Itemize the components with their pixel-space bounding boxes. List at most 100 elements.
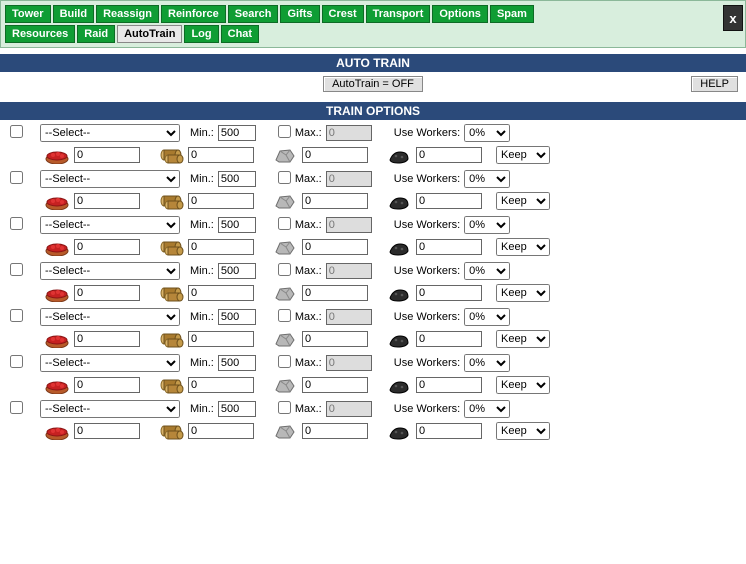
enable-checkbox[interactable] (10, 401, 23, 414)
nav-gifts[interactable]: Gifts (280, 5, 319, 23)
unit-select[interactable]: --Select-- (40, 400, 180, 418)
workers-select[interactable]: 0% (464, 262, 510, 280)
unit-select[interactable]: --Select-- (40, 354, 180, 372)
nav-reinforce[interactable]: Reinforce (161, 5, 226, 23)
use-workers-label: Use Workers: (394, 311, 460, 323)
enable-checkbox[interactable] (10, 171, 23, 184)
wood-input[interactable] (188, 193, 254, 209)
workers-select[interactable]: 0% (464, 124, 510, 142)
nav-transport[interactable]: Transport (366, 5, 431, 23)
workers-select[interactable]: 0% (464, 308, 510, 326)
stone-input[interactable] (302, 377, 368, 393)
max-input[interactable] (326, 401, 372, 417)
max-checkbox[interactable] (278, 355, 291, 368)
wood-input[interactable] (188, 331, 254, 347)
keep-select[interactable]: Keep (496, 192, 550, 210)
nav-log[interactable]: Log (184, 25, 218, 43)
min-input[interactable] (218, 125, 256, 141)
max-checkbox[interactable] (278, 309, 291, 322)
workers-select[interactable]: 0% (464, 400, 510, 418)
ore-input[interactable] (416, 239, 482, 255)
max-input[interactable] (326, 263, 372, 279)
wood-input[interactable] (188, 377, 254, 393)
max-checkbox[interactable] (278, 401, 291, 414)
autotrain-toggle-button[interactable]: AutoTrain = OFF (323, 76, 423, 92)
min-input[interactable] (218, 263, 256, 279)
nav-tower[interactable]: Tower (5, 5, 51, 23)
nav-search[interactable]: Search (228, 5, 279, 23)
min-input[interactable] (218, 355, 256, 371)
use-workers-label: Use Workers: (394, 219, 460, 231)
workers-select[interactable]: 0% (464, 170, 510, 188)
food-input[interactable] (74, 239, 140, 255)
ore-input[interactable] (416, 377, 482, 393)
keep-select[interactable]: Keep (496, 330, 550, 348)
stone-input[interactable] (302, 285, 368, 301)
workers-select[interactable]: 0% (464, 354, 510, 372)
ore-input[interactable] (416, 147, 482, 163)
stone-input[interactable] (302, 239, 368, 255)
nav-reassign[interactable]: Reassign (96, 5, 159, 23)
keep-select[interactable]: Keep (496, 146, 550, 164)
nav-chat[interactable]: Chat (221, 25, 259, 43)
max-input[interactable] (326, 171, 372, 187)
workers-select[interactable]: 0% (464, 216, 510, 234)
max-checkbox[interactable] (278, 125, 291, 138)
stone-input[interactable] (302, 147, 368, 163)
wood-input[interactable] (188, 285, 254, 301)
max-input[interactable] (326, 309, 372, 325)
unit-select[interactable]: --Select-- (40, 124, 180, 142)
wood-input[interactable] (188, 423, 254, 439)
enable-checkbox[interactable] (10, 125, 23, 138)
enable-checkbox[interactable] (10, 263, 23, 276)
train-row: --Select-- Min.: Max.: Use Workers: 0% (4, 396, 742, 442)
wood-input[interactable] (188, 147, 254, 163)
stone-input[interactable] (302, 423, 368, 439)
enable-checkbox[interactable] (10, 355, 23, 368)
keep-select[interactable]: Keep (496, 376, 550, 394)
nav-resources[interactable]: Resources (5, 25, 75, 43)
unit-select[interactable]: --Select-- (40, 308, 180, 326)
max-input[interactable] (326, 217, 372, 233)
enable-checkbox[interactable] (10, 217, 23, 230)
max-checkbox[interactable] (278, 263, 291, 276)
max-input[interactable] (326, 355, 372, 371)
food-input[interactable] (74, 193, 140, 209)
food-input[interactable] (74, 285, 140, 301)
ore-input[interactable] (416, 285, 482, 301)
unit-select[interactable]: --Select-- (40, 170, 180, 188)
nav-raid[interactable]: Raid (77, 25, 115, 43)
unit-select[interactable]: --Select-- (40, 262, 180, 280)
enable-checkbox[interactable] (10, 309, 23, 322)
stone-input[interactable] (302, 331, 368, 347)
food-input[interactable] (74, 331, 140, 347)
nav-autotrain[interactable]: AutoTrain (117, 25, 182, 43)
min-input[interactable] (218, 171, 256, 187)
help-button[interactable]: HELP (691, 76, 738, 92)
food-input[interactable] (74, 377, 140, 393)
max-input[interactable] (326, 125, 372, 141)
unit-select[interactable]: --Select-- (40, 216, 180, 234)
keep-select[interactable]: Keep (496, 422, 550, 440)
food-input[interactable] (74, 423, 140, 439)
ore-input[interactable] (416, 423, 482, 439)
nav-options[interactable]: Options (432, 5, 488, 23)
max-checkbox[interactable] (278, 217, 291, 230)
keep-select[interactable]: Keep (496, 284, 550, 302)
min-input[interactable] (218, 217, 256, 233)
food-input[interactable] (74, 147, 140, 163)
ore-icon (386, 422, 412, 440)
nav-crest[interactable]: Crest (322, 5, 364, 23)
nav-build[interactable]: Build (53, 5, 95, 23)
close-button[interactable]: x (723, 5, 743, 31)
stone-input[interactable] (302, 193, 368, 209)
nav-spam[interactable]: Spam (490, 5, 534, 23)
wood-input[interactable] (188, 239, 254, 255)
keep-select[interactable]: Keep (496, 238, 550, 256)
section-trainoptions-header: TRAIN OPTIONS (0, 102, 746, 120)
max-checkbox[interactable] (278, 171, 291, 184)
min-input[interactable] (218, 309, 256, 325)
ore-input[interactable] (416, 331, 482, 347)
min-input[interactable] (218, 401, 256, 417)
ore-input[interactable] (416, 193, 482, 209)
